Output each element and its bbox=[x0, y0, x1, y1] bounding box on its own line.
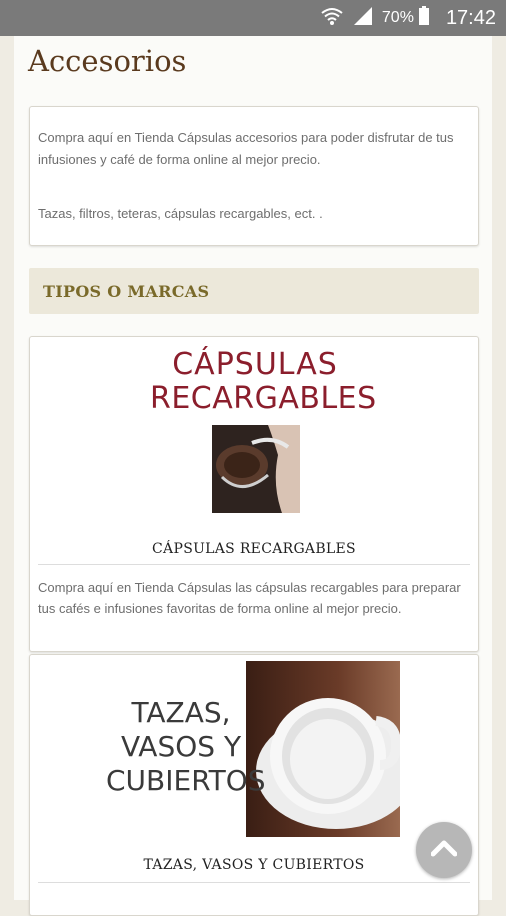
image-text-line2: VASOS Y bbox=[120, 730, 242, 763]
page-title: Accesorios bbox=[28, 44, 187, 78]
clock: 17:42 bbox=[445, 6, 496, 29]
intro-box: Compra aquí en Tienda Cápsulas accesorio… bbox=[29, 106, 479, 246]
section-title: TIPOS O MARCAS bbox=[43, 282, 210, 301]
scroll-to-top-button[interactable] bbox=[416, 822, 472, 878]
card-image[interactable]: TAZAS, VASOS Y CUBIERTOS bbox=[106, 661, 400, 837]
category-card-capsulas-recargables[interactable]: CÁPSULAS RECARGABLES CÁPSULAS RECARGABLE… bbox=[29, 336, 479, 652]
image-text-line3: CUBIERTOS bbox=[106, 764, 266, 797]
chevron-up-icon bbox=[430, 839, 458, 862]
wifi-icon bbox=[320, 6, 344, 31]
signal-icon bbox=[352, 6, 374, 31]
card-divider bbox=[38, 882, 470, 883]
battery-icon bbox=[418, 5, 430, 31]
card-divider bbox=[38, 564, 470, 565]
image-text-line1: CÁPSULAS bbox=[172, 347, 338, 382]
card-title[interactable]: CÁPSULAS RECARGABLES bbox=[30, 541, 478, 557]
section-header: TIPOS O MARCAS bbox=[29, 268, 479, 314]
status-bar: 70% 17:42 bbox=[0, 0, 506, 36]
capsule-photo bbox=[212, 425, 300, 513]
image-text-line1: TAZAS, bbox=[131, 696, 231, 729]
image-text-line2: RECARGABLES bbox=[150, 381, 377, 416]
intro-paragraph-list: Tazas, filtros, teteras, cápsulas recarg… bbox=[38, 206, 323, 221]
page-content: Accesorios Compra aquí en Tienda Cápsula… bbox=[14, 36, 492, 916]
card-image[interactable]: CÁPSULAS RECARGABLES bbox=[150, 347, 377, 517]
card-title[interactable]: TAZAS, VASOS Y CUBIERTOS bbox=[30, 857, 478, 873]
battery-percent: 70% bbox=[381, 9, 414, 26]
cup-photo bbox=[246, 661, 400, 837]
intro-paragraph: Compra aquí en Tienda Cápsulas accesorio… bbox=[38, 130, 454, 167]
card-description: Compra aquí en Tienda Cápsulas las cápsu… bbox=[38, 580, 461, 616]
category-card-tazas-vasos-cubiertos[interactable]: TAZAS, VASOS Y CUBIERTOS TAZAS, VASOS Y … bbox=[29, 654, 479, 916]
